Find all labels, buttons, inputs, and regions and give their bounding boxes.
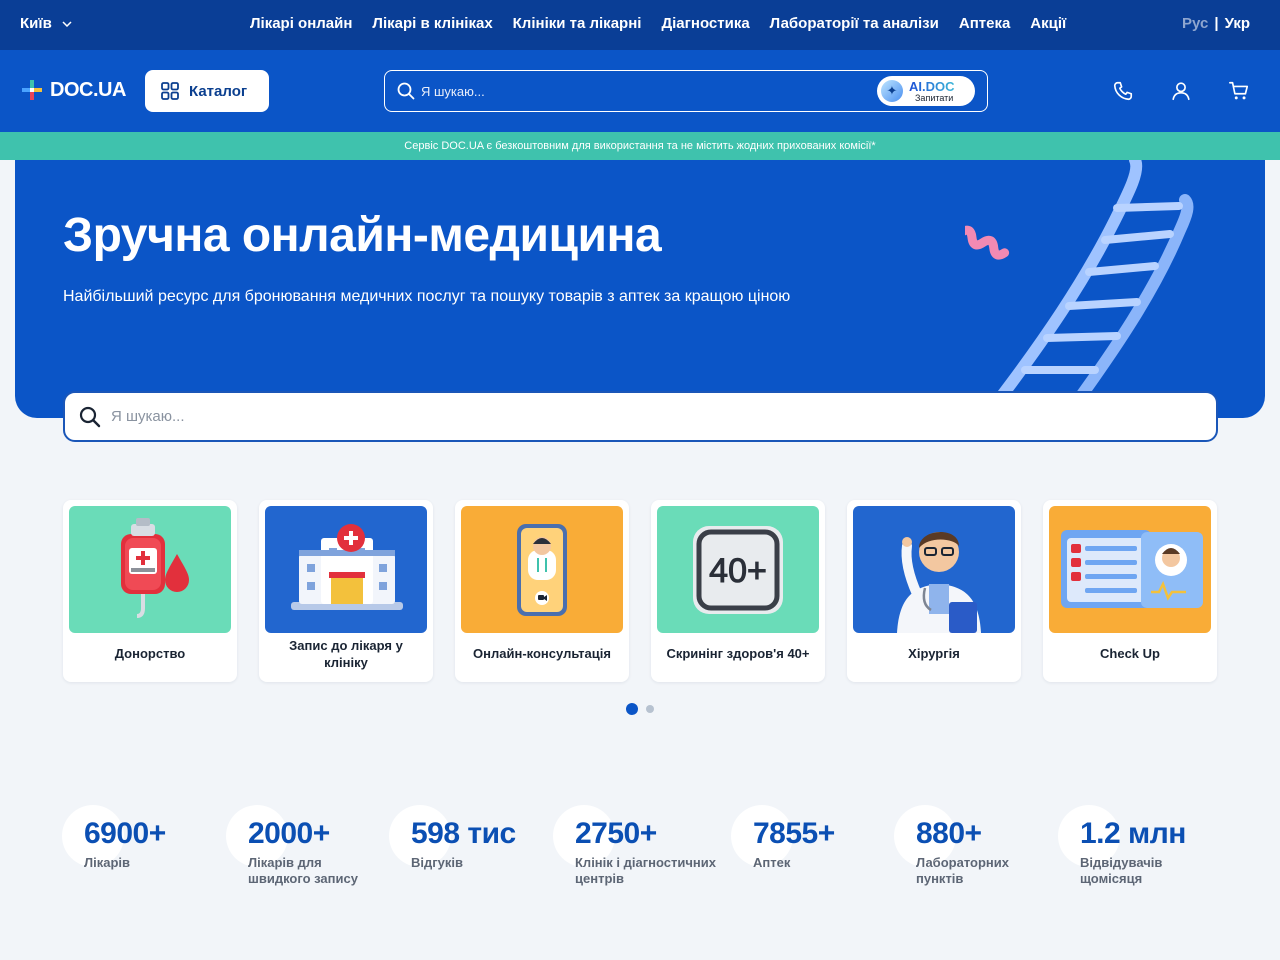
language-switcher: Рус | Укр xyxy=(1182,15,1250,32)
grid-icon xyxy=(161,82,179,100)
stat-label: Відвідувачів щомісяця xyxy=(1080,855,1163,887)
stat-fast-booking: 2000+ Лікарів для швидкого запису xyxy=(226,805,378,888)
stat-value: 1.2 млн xyxy=(1080,817,1186,850)
stat-label: Клінік і діагностичних центрів xyxy=(575,855,716,887)
doctor-illustration xyxy=(853,506,1015,633)
stat-doctors: 6900+ Лікарів xyxy=(62,805,224,871)
stat-reviews: 598 тис Відгуків xyxy=(389,805,541,871)
hero-banner: Зручна онлайн-медицина Найбільший ресурс… xyxy=(15,160,1265,418)
menu-item-clinics[interactable]: Клініки та лікарні xyxy=(513,15,642,32)
stat-value: 7855+ xyxy=(753,817,835,850)
category-label: Донорство xyxy=(114,646,186,662)
stat-value: 2000+ xyxy=(248,817,330,850)
phone-doctor-illustration xyxy=(461,506,623,633)
logo-text: DOC.UA xyxy=(50,78,126,101)
stat-value: 880+ xyxy=(916,817,982,850)
hero-title: Зручна онлайн-медицина xyxy=(63,209,662,262)
stat-label: Відгуків xyxy=(411,855,464,870)
phone-icon[interactable] xyxy=(1112,80,1134,102)
category-carousel: Донорство Запис до лікаря у клініку Онла… xyxy=(63,500,1217,682)
menu-item-clinic-doctors[interactable]: Лікарі в клініках xyxy=(372,15,492,32)
category-card-donation[interactable]: Донорство xyxy=(63,500,237,682)
lang-separator: | xyxy=(1214,15,1219,32)
medical-record-illustration xyxy=(1049,506,1211,633)
screening-badge-text: 40+ xyxy=(709,552,767,590)
menu-item-diagnostics[interactable]: Діагностика xyxy=(661,15,749,32)
stat-value: 6900+ xyxy=(84,817,166,850)
header-actions xyxy=(1112,80,1250,102)
stat-value: 598 тис xyxy=(411,817,516,850)
menu-item-promotions[interactable]: Акції xyxy=(1030,15,1066,32)
header-search-input[interactable] xyxy=(421,83,861,99)
stat-value: 2750+ xyxy=(575,817,657,850)
stat-label: Аптек xyxy=(753,855,791,870)
sparkle-icon: ✦ xyxy=(881,80,903,102)
stat-label: Лікарів для швидкого запису xyxy=(248,855,358,887)
logo[interactable]: DOC.UA xyxy=(20,78,126,102)
catalog-button[interactable]: Каталог xyxy=(145,70,269,112)
main-search-input[interactable] xyxy=(111,408,1111,425)
stat-label: Лабораторних пунктів xyxy=(916,855,1009,887)
aidoc-title: AI.DOC xyxy=(909,78,955,94)
carousel-pagination xyxy=(626,703,654,715)
stat-labs: 880+ Лабораторних пунктів xyxy=(894,805,1026,888)
logo-icon xyxy=(22,80,42,100)
aidoc-subtitle: Запитати xyxy=(915,92,954,103)
city-selector[interactable]: Київ xyxy=(20,15,72,32)
user-icon[interactable] xyxy=(1170,80,1192,102)
hospital-illustration xyxy=(265,506,427,633)
screening-40-illustration: 40+ xyxy=(657,506,819,633)
stat-label: Лікарів xyxy=(84,855,131,870)
main-menu: Лікарі онлайн Лікарі в клініках Клініки … xyxy=(250,15,1066,32)
category-label: Скринінг здоров'я 40+ xyxy=(666,646,810,662)
aidoc-button[interactable]: ✦ AI.DOC Запитати xyxy=(877,76,975,106)
carousel-dot-active[interactable] xyxy=(626,703,638,715)
menu-item-pharmacy[interactable]: Аптека xyxy=(959,15,1010,32)
category-label: Запис до лікаря у клініку xyxy=(289,637,403,670)
stat-visitors: 1.2 млн Відвідувачів щомісяця xyxy=(1058,805,1190,888)
top-navigation: Київ Лікарі онлайн Лікарі в клініках Клі… xyxy=(0,0,1280,50)
category-card-checkup[interactable]: Check Up xyxy=(1043,500,1217,682)
menu-item-online-doctors[interactable]: Лікарі онлайн xyxy=(250,15,352,32)
dna-illustration xyxy=(965,160,1194,418)
hero-subtitle: Найбільший ресурс для бронювання медични… xyxy=(63,288,791,305)
header: DOC.UA Каталог ✦ AI.DOC Запитати xyxy=(0,50,1280,132)
main-search xyxy=(63,391,1218,442)
stat-pharmacies: 7855+ Аптек xyxy=(731,805,883,871)
service-notice: Сервіс DOC.UA є безкоштовним для викорис… xyxy=(0,132,1280,160)
header-search: ✦ AI.DOC Запитати xyxy=(384,70,988,112)
category-card-surgery[interactable]: Хірургія xyxy=(847,500,1021,682)
category-label: Онлайн-консультація xyxy=(473,646,611,662)
category-card-screening-40[interactable]: 40+ Скринінг здоров'я 40+ xyxy=(651,500,825,682)
lang-uk[interactable]: Укр xyxy=(1225,15,1250,32)
city-label: Київ xyxy=(20,15,52,32)
stat-clinics: 2750+ Клінік і діагностичних центрів xyxy=(553,805,735,888)
category-label: Check Up xyxy=(1100,646,1160,662)
chevron-down-icon xyxy=(62,20,72,27)
menu-item-labs[interactable]: Лабораторії та аналізи xyxy=(770,15,939,32)
blood-bag-illustration xyxy=(69,506,231,633)
search-icon xyxy=(397,82,415,100)
category-card-online-consultation[interactable]: Онлайн-консультація xyxy=(455,500,629,682)
lang-ru[interactable]: Рус xyxy=(1182,15,1208,32)
category-label: Хірургія xyxy=(908,646,960,662)
catalog-label: Каталог xyxy=(189,82,248,100)
category-card-clinic-booking[interactable]: Запис до лікаря у клініку xyxy=(259,500,433,682)
carousel-dot[interactable] xyxy=(646,705,654,713)
search-icon xyxy=(79,406,101,427)
cart-icon[interactable] xyxy=(1228,80,1250,102)
